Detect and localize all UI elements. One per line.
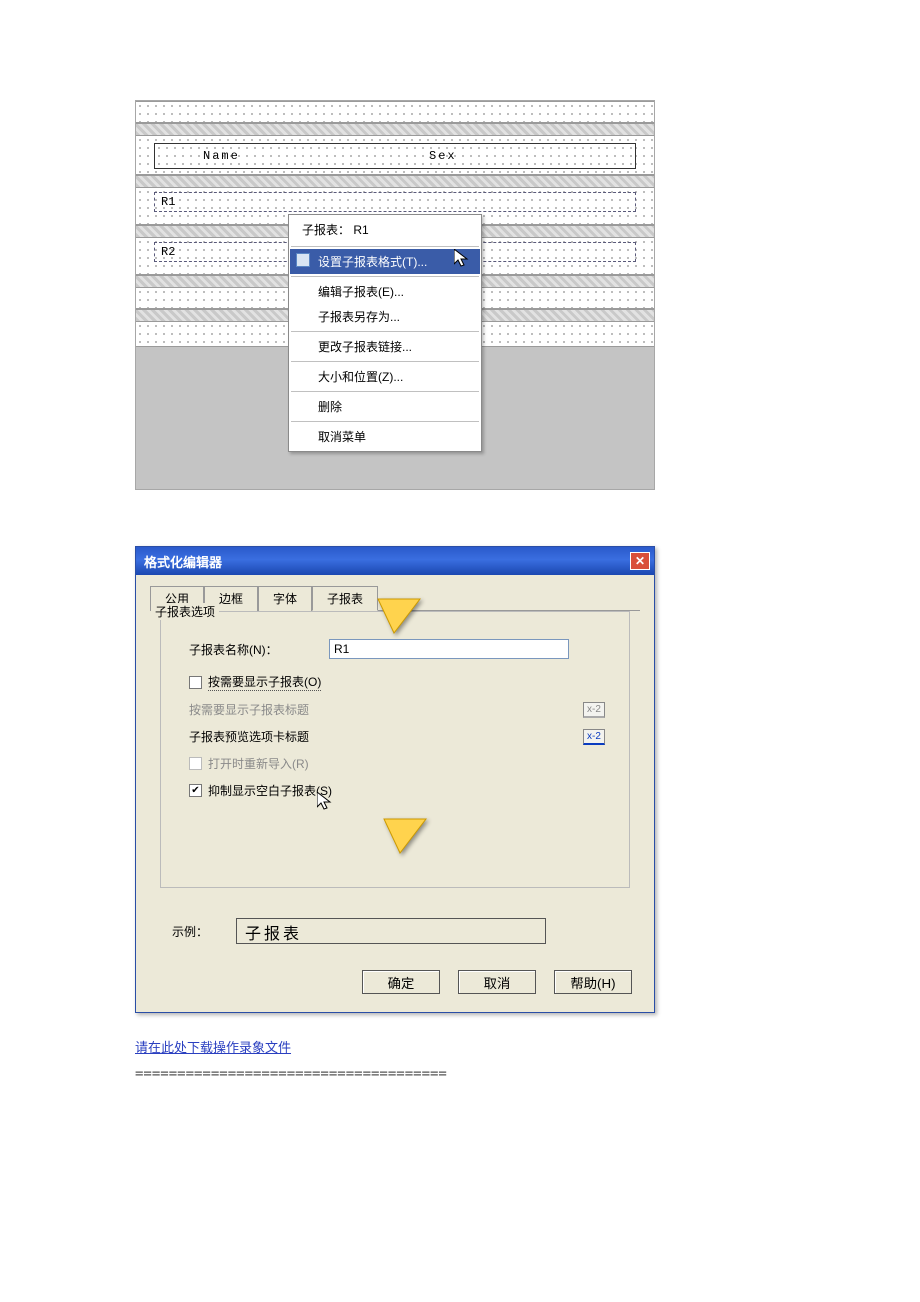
suppress-blank-label: 抑制显示空白子报表(S) [208, 782, 332, 799]
subreport-options-group: 子报表选项 子报表名称(N)： 按需要显示子报表(O) 按需要显示子报表标题 x… [160, 611, 630, 888]
group-legend: 子报表选项 [151, 603, 219, 620]
header-row[interactable]: Name Sex [154, 143, 636, 169]
download-recording-link[interactable]: 请在此处下载操作录象文件 [135, 1037, 291, 1056]
cancel-button[interactable]: 取消 [458, 970, 536, 994]
tab-font[interactable]: 字体 [258, 586, 312, 611]
ctx-saveas-subreport[interactable]: 子报表另存为... [290, 304, 480, 329]
divider-line: ===================================== [135, 1066, 920, 1082]
close-icon: ✕ [635, 554, 645, 568]
dialog-titlebar[interactable]: 格式化编辑器 ✕ [136, 547, 654, 575]
ondemand-label: 按需要显示子报表(O) [208, 673, 321, 691]
ondemand-caption-label: 按需要显示子报表标题 [189, 701, 309, 718]
ctx-delete[interactable]: 删除 [290, 394, 480, 419]
help-button[interactable]: 帮助(H) [554, 970, 632, 994]
ctx-change-links[interactable]: 更改子报表链接... [290, 334, 480, 359]
ctx-format-label: 设置子报表格式(T)... [318, 255, 427, 269]
close-button[interactable]: ✕ [630, 552, 650, 570]
ondemand-checkbox[interactable] [189, 676, 202, 689]
tab-subreport[interactable]: 子报表 [312, 586, 378, 611]
format-editor-dialog: 格式化编辑器 ✕ 公用 边框 字体 子报表 子报表选项 子报表名称(N)： 按需… [135, 546, 655, 1013]
subreport-name-label: 子报表名称(N)： [189, 641, 329, 658]
ctx-format-subreport[interactable]: 设置子报表格式(T)... [290, 249, 480, 274]
header-col-sex: Sex [419, 149, 457, 163]
ok-button[interactable]: 确定 [362, 970, 440, 994]
preview-caption-label: 子报表预览选项卡标题 [189, 728, 309, 745]
subreport-name-input[interactable] [329, 639, 569, 659]
suppress-blank-checkbox[interactable] [189, 784, 202, 797]
sample-box: 子报表 [236, 918, 546, 944]
sample-label: 示例： [172, 923, 208, 940]
context-menu: 子报表： R1 设置子报表格式(T)... 编辑子报表(E)... 子报表另存为… [288, 214, 482, 452]
subreport-r1[interactable]: R1 [154, 192, 636, 212]
ctx-size-position[interactable]: 大小和位置(Z)... [290, 364, 480, 389]
reimport-label: 打开时重新导入(R) [208, 755, 309, 772]
ctx-edit-subreport[interactable]: 编辑子报表(E)... [290, 279, 480, 304]
report-designer-canvas: Name Sex R1 R2 子报表： R1 设置子报表格式(T)... 编辑子… [135, 100, 655, 490]
dialog-title: 格式化编辑器 [144, 552, 222, 571]
context-menu-title: 子报表： R1 [290, 217, 480, 244]
properties-icon [296, 253, 310, 267]
formula-button-preview-caption[interactable]: x-2 [583, 729, 605, 745]
header-col-name: Name [155, 149, 419, 163]
formula-button-ondemand-caption[interactable]: x-2 [583, 702, 605, 718]
ctx-cancel-menu[interactable]: 取消菜单 [290, 424, 480, 449]
reimport-checkbox [189, 757, 202, 770]
